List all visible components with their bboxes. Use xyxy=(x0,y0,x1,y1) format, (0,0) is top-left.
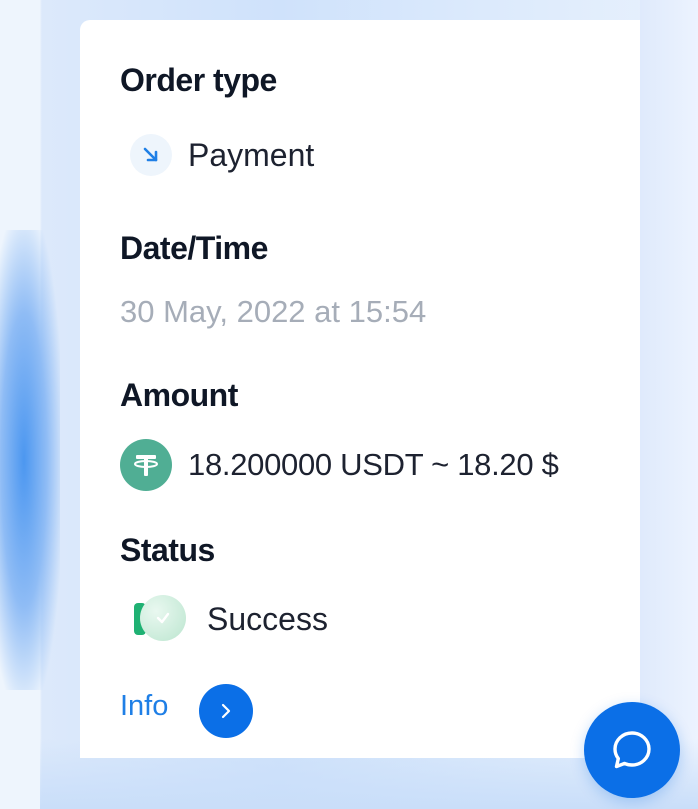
status-row: Success xyxy=(120,595,328,643)
order-type-row: Payment xyxy=(120,134,314,176)
info-link[interactable]: Info xyxy=(120,690,168,723)
info-button[interactable] xyxy=(199,684,253,738)
status-title: Status xyxy=(120,532,215,568)
amount-row: 18.200000 USDT ~ 18.20 $ xyxy=(120,439,559,491)
date-time-title: Date/Time xyxy=(120,230,268,266)
background-right-panel xyxy=(640,0,698,809)
amount-title: Amount xyxy=(120,377,238,413)
status-value: Success xyxy=(207,600,328,637)
date-time-value: 30 May, 2022 at 15:54 xyxy=(120,294,427,329)
status-circle xyxy=(140,595,186,641)
order-details-card: Order type Payment Date/Time 30 May, 202… xyxy=(80,20,640,758)
order-type-title: Order type xyxy=(120,62,277,98)
success-check-icon xyxy=(134,595,190,643)
order-type-value: Payment xyxy=(188,136,315,173)
background-glow xyxy=(0,230,60,690)
amount-value: 18.200000 USDT ~ 18.20 $ xyxy=(188,447,559,482)
chat-button[interactable] xyxy=(584,702,680,798)
arrow-down-right-icon xyxy=(130,134,172,176)
date-time-row: 30 May, 2022 at 15:54 xyxy=(120,294,426,330)
chevron-right-icon xyxy=(221,703,231,719)
chat-bubble-icon xyxy=(613,731,651,769)
tether-usdt-icon xyxy=(120,439,172,491)
